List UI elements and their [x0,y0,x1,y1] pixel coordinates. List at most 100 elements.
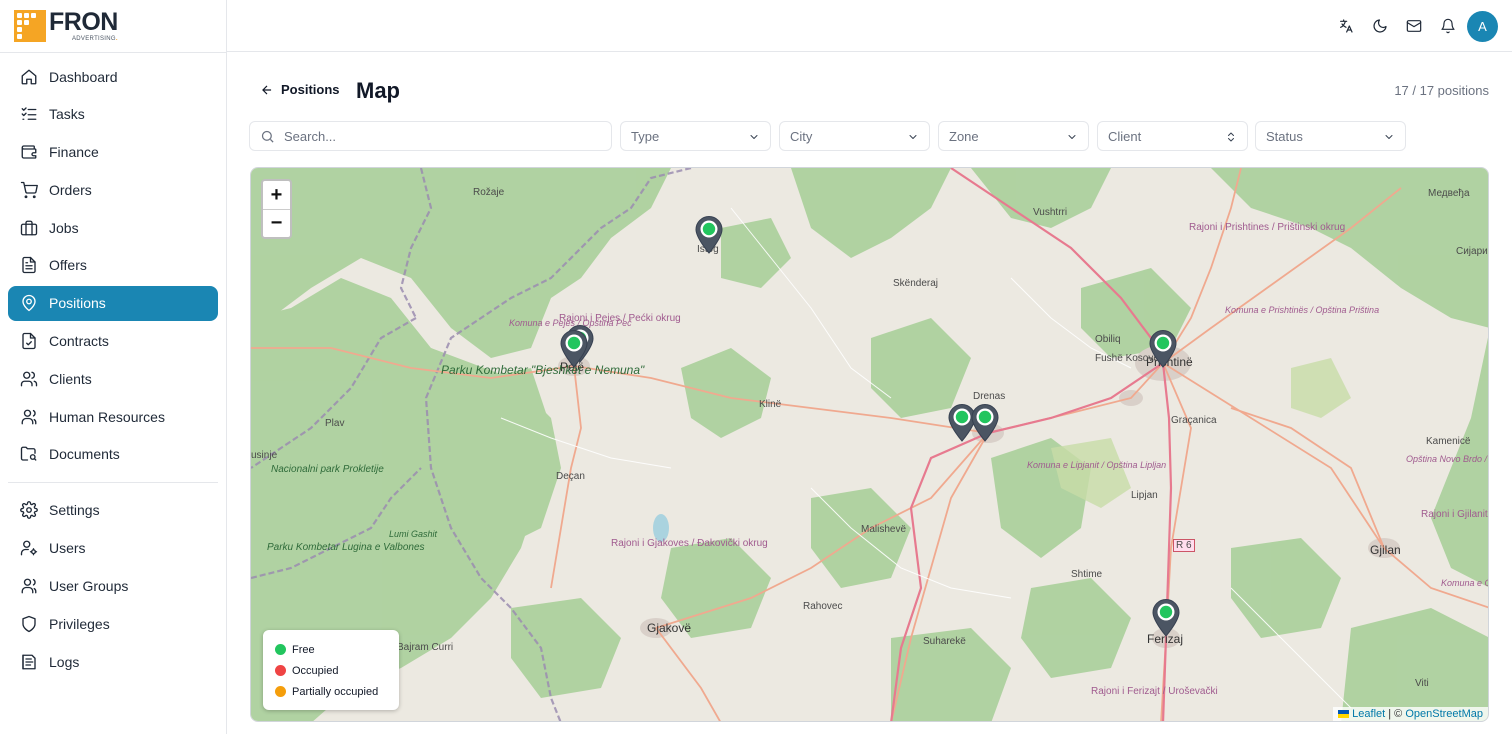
position-marker-free[interactable] [695,216,723,254]
zoom-out-button[interactable]: − [263,209,290,237]
users-icon [20,371,38,387]
zoom-in-button[interactable]: + [263,181,290,209]
sidebar-item-label: Positions [49,295,106,312]
zone-select[interactable]: Zone [938,121,1089,151]
map-label: Graçanica [1171,415,1217,426]
map-label: Parku Kombetar "Bjeshket e Nemuna" [441,363,644,377]
sidebar-item-user-groups[interactable]: User Groups [8,569,218,604]
contract-icon [22,332,36,350]
sidebar-item-users[interactable]: Users [8,531,218,566]
topbar: A [227,0,1512,52]
back-to-positions-link[interactable]: Positions [260,82,340,97]
sidebar-divider [8,481,218,483]
city-select[interactable]: City [779,121,930,151]
map-label: R 6 [1173,539,1195,552]
messages-button[interactable] [1397,10,1431,42]
arrow-left-icon [262,85,272,94]
map-label: Lumi Gashit [389,529,438,539]
type-select[interactable]: Type [620,121,771,151]
sidebar-item-dashboard[interactable]: Dashboard [8,59,218,94]
map-label: Gjilan [1370,543,1401,557]
position-marker-free[interactable] [1149,330,1177,368]
positions-count: 17 / 17 positions [1394,83,1489,98]
sidebar-item-finance[interactable]: Finance [8,135,218,170]
map-label: Rajoni i Gjilanit / Gnjilanski okrug [1421,509,1488,520]
positions-map[interactable]: Rožaje Istog Vushtrri Медвеђа Rajoni i P… [250,167,1489,722]
type-select-value: Type [631,128,660,144]
map-legend: Free Occupied Partially occupied [263,630,399,710]
map-label: Lipjan [1131,490,1158,501]
status-select-value: Status [1266,128,1303,144]
user-group-icon [21,409,37,425]
wallet-icon [21,145,37,159]
sidebar-item-tasks[interactable]: Tasks [8,97,218,132]
sidebar-item-documents[interactable]: Documents [8,437,218,472]
notifications-button[interactable] [1431,10,1465,42]
search-input[interactable] [284,128,584,144]
legend-label: Free [292,643,315,656]
map-label: Komuna e Prishtinës / Opština Priština [1225,305,1379,315]
logs-icon [22,654,36,670]
legend-item-occupied: Occupied [275,660,387,681]
ukraine-flag-icon [1338,710,1350,718]
sidebar-item-label: Privileges [49,615,110,632]
position-marker-free[interactable] [1152,599,1180,637]
map-label: Rožaje [473,187,505,198]
sidebar-item-label: Offers [49,257,87,274]
sidebar-item-label: Finance [49,144,99,161]
sidebar-item-label: User Groups [49,578,129,595]
map-label: Skënderaj [893,278,939,289]
chevron-down-icon [1385,135,1393,139]
sidebar-item-human-resources[interactable]: Human Resources [8,399,218,434]
sidebar-item-label: Users [49,540,86,557]
map-label: Suharekë [923,636,966,647]
sidebar-item-jobs[interactable]: Jobs [8,210,218,245]
map-tiles[interactable] [251,168,1489,722]
search-field[interactable] [249,121,612,151]
avatar[interactable]: A [1467,10,1498,42]
sidebar-item-settings[interactable]: Settings [8,493,218,528]
map-label: Obiliq [1095,334,1121,345]
sidebar-item-label: Documents [49,446,120,463]
sidebar-nav: Dashboard Tasks Finance Orders Jobs Offe… [8,59,218,682]
list-checks-icon [21,107,37,121]
sidebar-item-orders[interactable]: Orders [8,172,218,207]
zoom-control: + − [261,179,292,239]
position-marker-free[interactable] [971,404,999,442]
map-label: Rajoni i Prishtines / Prištinski okrug [1189,222,1346,233]
theme-toggle-button[interactable] [1363,10,1397,42]
sidebar-item-label: Orders [49,181,92,198]
openstreetmap-link[interactable]: OpenStreetMap [1405,708,1483,720]
sidebar-item-label: Contracts [49,333,109,350]
client-select[interactable]: Client [1097,121,1248,151]
legend-item-partially-occupied: Partially occupied [275,681,387,702]
status-select[interactable]: Status [1255,121,1406,151]
map-label: usinje [251,450,278,461]
chevron-down-icon [750,135,758,139]
brand-sub: ADVERTISING. [72,36,118,42]
leaflet-link[interactable]: Leaflet [1352,708,1385,720]
map-label: Klinë [759,399,782,410]
sidebar-item-logs[interactable]: Logs [8,644,218,679]
translate-button[interactable] [1329,10,1363,42]
map-label: Сијарин Бања [1456,246,1488,257]
status-dot-free [275,644,286,655]
map-label: Kamenicë [1426,436,1471,447]
sidebar-item-contracts[interactable]: Contracts [8,324,218,359]
sidebar-item-privileges[interactable]: Privileges [8,606,218,641]
brand-logo[interactable]: FRON ADVERTISING. [14,10,118,42]
bell-icon [1441,18,1455,34]
back-link-label: Positions [281,82,340,97]
legend-label: Occupied [292,664,339,677]
moon-icon [1373,19,1387,33]
sidebar-item-clients[interactable]: Clients [8,361,218,396]
page-title: Map [356,78,400,103]
brand-name: FRON [49,8,118,36]
map-label: Parku Kombetar Lugina e Valbones [267,542,425,553]
position-marker-free[interactable] [560,330,588,368]
folder-search-icon [20,447,37,462]
legend-label: Partially occupied [292,685,379,698]
sidebar-item-offers[interactable]: Offers [8,248,218,283]
map-label: Bajram Curri [397,642,454,653]
sidebar-item-positions[interactable]: Positions [8,285,218,321]
